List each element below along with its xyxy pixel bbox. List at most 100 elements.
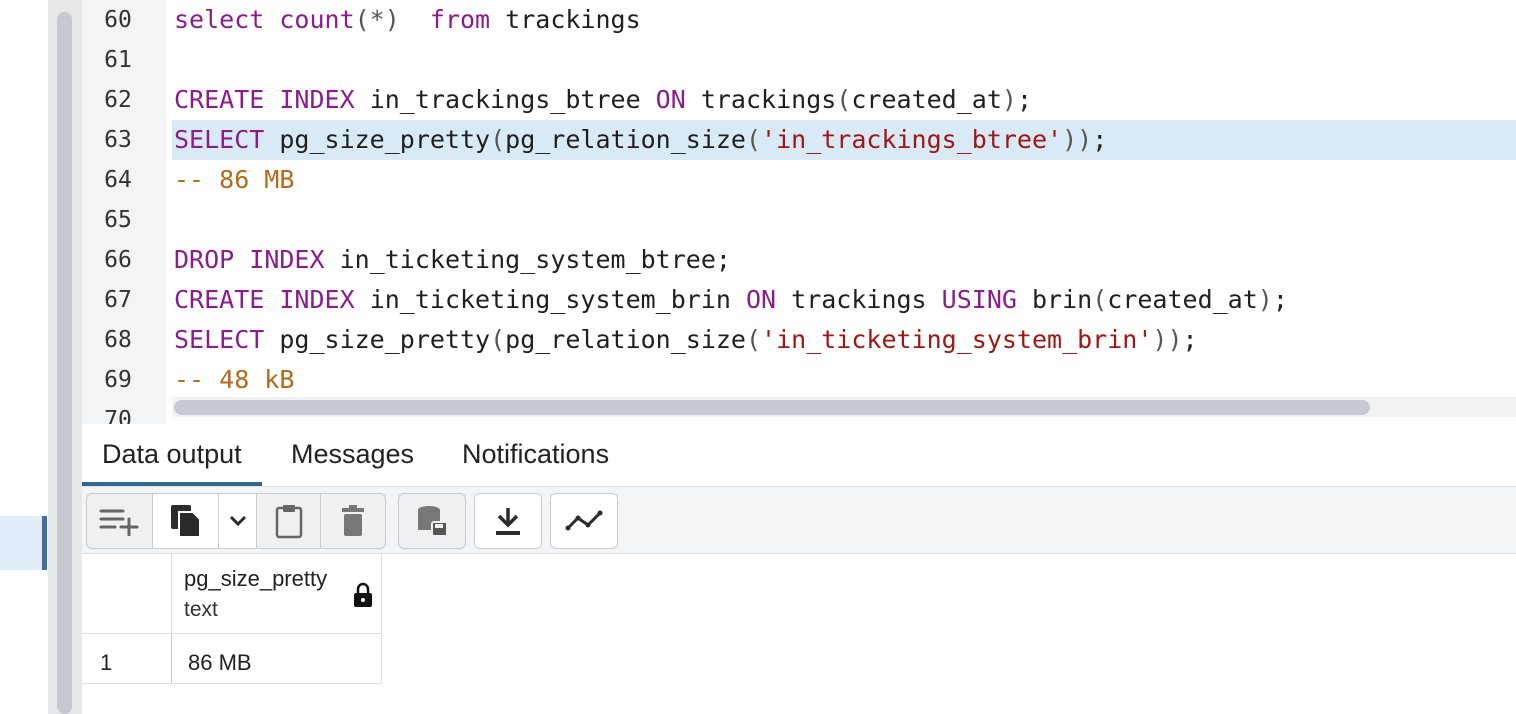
code-line[interactable]: 67 CREATE INDEX in_ticketing_system_brin …: [82, 280, 1516, 320]
code-token: DROP: [174, 245, 235, 274]
code-token: trackings: [490, 5, 641, 34]
code-token: created_at: [851, 85, 1002, 114]
delete-button[interactable]: [321, 494, 385, 548]
code-token: (: [490, 325, 506, 354]
code-token: (: [745, 125, 762, 154]
graph-visualiser-button[interactable]: [551, 494, 617, 548]
code-text: -- 86 MB: [174, 160, 294, 200]
grid-corner-cell[interactable]: [82, 554, 172, 634]
line-number: 69: [104, 367, 132, 393]
results-panel: Data output Messages Notifications pg_si…: [82, 424, 1516, 714]
delete-icon: [340, 505, 366, 537]
code-token: INDEX: [279, 85, 355, 114]
code-token: (: [836, 85, 852, 114]
code-line[interactable]: 64 -- 86 MB: [82, 160, 1516, 200]
code-token: (: [1092, 285, 1108, 314]
line-number: 70: [104, 407, 132, 424]
graph-visualiser-group: [550, 493, 618, 549]
explorer-selected-item[interactable]: [0, 516, 44, 570]
code-line[interactable]: 63 SELECT pg_size_pretty(pg_relation_size…: [82, 120, 1516, 160]
code-token: -- 86 MB: [174, 165, 295, 194]
code-token: ;: [1272, 285, 1288, 314]
tab-messages[interactable]: Messages: [271, 424, 434, 486]
download-icon: [493, 505, 523, 537]
code-text: SELECT pg_size_pretty(pg_relation_size('…: [174, 320, 1198, 360]
explorer-selection-indicator: [42, 516, 47, 570]
code-token: INDEX: [249, 245, 325, 274]
code-token: ON: [655, 85, 686, 114]
code-token: ;: [1016, 85, 1032, 114]
download-button[interactable]: [475, 494, 541, 548]
code-token: from: [429, 5, 491, 34]
lock-icon: [353, 582, 373, 613]
line-number: 68: [104, 327, 132, 353]
line-number: 65: [104, 207, 132, 233]
code-line[interactable]: 62 CREATE INDEX in_trackings_btree ON tra…: [82, 80, 1516, 120]
cell-value: 86 MB: [188, 650, 252, 675]
column-name: pg_size_pretty: [184, 566, 328, 591]
paste-button[interactable]: [257, 494, 321, 548]
column-header[interactable]: pg_size_pretty text: [172, 554, 382, 634]
code-line[interactable]: 66 DROP INDEX in_ticketing_system_btree;: [82, 240, 1516, 280]
row-number: 1: [100, 650, 113, 675]
code-token: (: [745, 325, 762, 354]
code-line[interactable]: 65: [82, 200, 1516, 240]
code-token: (*): [354, 5, 400, 34]
code-token: ;: [1182, 325, 1198, 354]
code-token: pg_size_pretty: [264, 125, 491, 154]
copy-button[interactable]: [153, 494, 219, 548]
edit-button-group: [86, 493, 386, 549]
code-token: )): [1152, 325, 1183, 354]
save-data-button[interactable]: [399, 494, 465, 548]
code-token: select: [174, 5, 280, 34]
code-token: SELECT: [174, 325, 265, 354]
code-token: trackings: [776, 285, 942, 314]
code-token: SELECT: [174, 125, 265, 154]
code-token: pg_relation_size: [505, 125, 746, 154]
code-token: 'in_trackings_btree': [761, 125, 1063, 154]
code-token: ): [1257, 285, 1273, 314]
add-row-button[interactable]: [87, 494, 153, 548]
line-number: 64: [104, 167, 132, 193]
code-text: SELECT pg_size_pretty(pg_relation_size('…: [174, 120, 1107, 160]
horizontal-scrollbar-thumb[interactable]: [174, 400, 1370, 415]
code-line[interactable]: 68 SELECT pg_size_pretty(pg_relation_size…: [82, 320, 1516, 360]
code-text: select count(*) from trackings: [174, 0, 641, 40]
column-type: text: [184, 598, 218, 621]
code-token: -- 48 kB: [174, 365, 295, 394]
object-explorer-strip: [0, 0, 48, 714]
tab-data-output[interactable]: Data output: [82, 424, 262, 486]
code-token: trackings: [685, 85, 837, 114]
line-number: 61: [104, 47, 132, 73]
code-token: ON: [745, 285, 777, 314]
code-line[interactable]: 61: [82, 40, 1516, 80]
line-number: 60: [104, 7, 132, 33]
code-token: pg_relation_size: [505, 325, 746, 354]
code-text: CREATE INDEX in_trackings_btree ON track…: [174, 80, 1032, 120]
table-cell[interactable]: 86 MB: [172, 634, 382, 684]
code-token: INDEX: [279, 285, 355, 314]
graph-icon: [565, 509, 603, 533]
row-number-cell[interactable]: 1: [82, 634, 172, 684]
results-tabs: Data output Messages Notifications: [82, 424, 1516, 487]
code-token: brin: [1016, 285, 1093, 314]
vertical-scrollbar-thumb[interactable]: [57, 12, 72, 714]
code-token: ): [1001, 85, 1017, 114]
copy-options-dropdown[interactable]: [219, 494, 257, 548]
code-token: pg_size_pretty: [264, 325, 491, 354]
code-text: DROP INDEX in_ticketing_system_btree;: [174, 240, 731, 280]
tab-notifications[interactable]: Notifications: [442, 424, 629, 486]
code-token: CREATE: [174, 85, 265, 114]
line-number: 62: [104, 87, 132, 113]
code-line[interactable]: 69 -- 48 kB: [82, 360, 1516, 400]
code-token: count: [279, 5, 355, 34]
code-token: ;: [1092, 125, 1108, 154]
code-token: in_ticketing_system_brin: [354, 285, 746, 314]
code-line[interactable]: 60 select count(*) from trackings: [82, 0, 1516, 40]
download-group: [474, 493, 542, 549]
sql-editor[interactable]: 60 select count(*) from trackings 61 62 CREA…: [82, 0, 1516, 424]
